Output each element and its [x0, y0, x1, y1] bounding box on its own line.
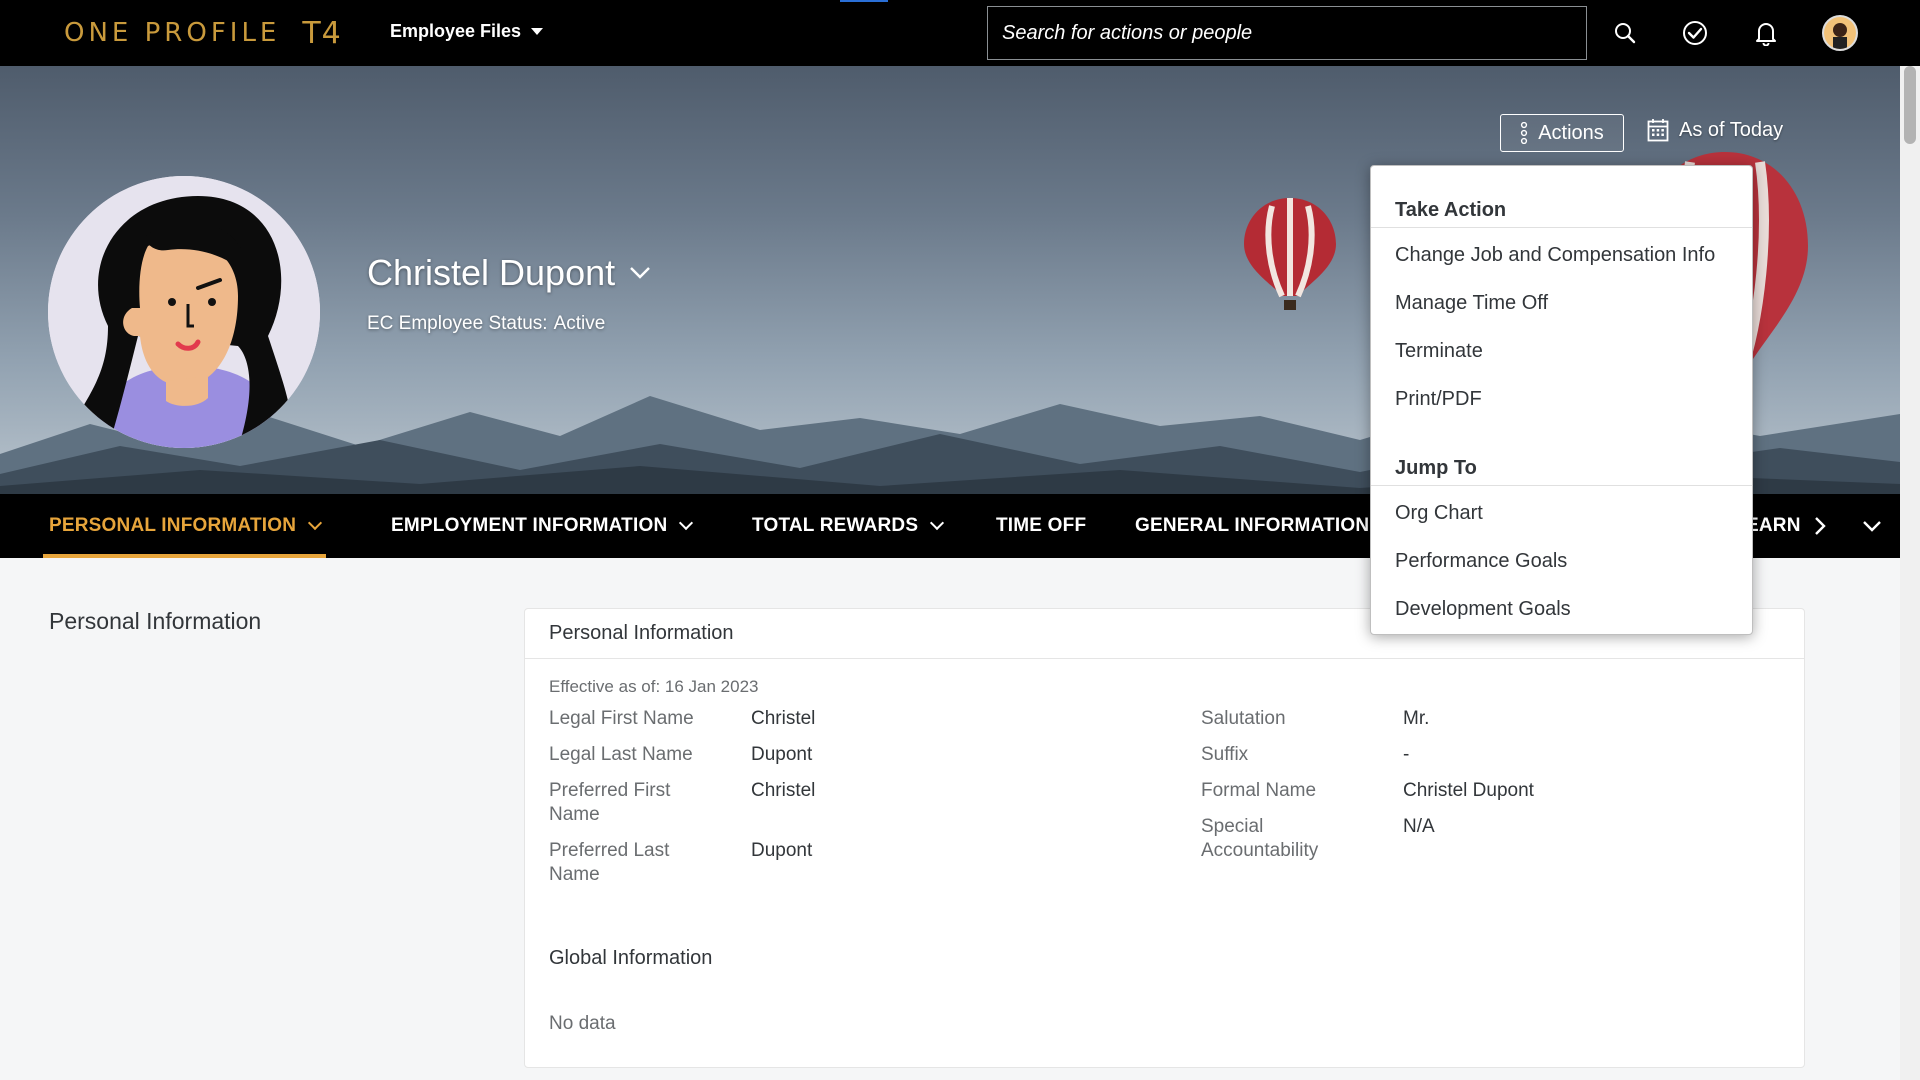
field-value: Christel Dupont — [1403, 780, 1534, 801]
tab-employment-information[interactable]: EMPLOYMENT INFORMATION — [391, 494, 694, 558]
chevron-down-icon — [679, 515, 694, 531]
scrollbar-thumb[interactable] — [1904, 66, 1916, 144]
tab-scroll-right[interactable] — [1814, 494, 1826, 558]
overflow-vertical-icon — [1521, 122, 1528, 144]
tab-time-off[interactable]: TIME OFF — [996, 494, 1086, 558]
field-label: Suffix — [1201, 744, 1249, 765]
tab-label: TIME OFF — [996, 515, 1087, 536]
focus-indicator — [840, 0, 888, 2]
bell-icon[interactable] — [1750, 17, 1782, 49]
tab-personal-information[interactable]: PERSONAL INFORMATION — [42, 494, 327, 558]
tab-label: EMPLOYMENT INFORMATION — [391, 515, 668, 536]
tab-overflow-menu[interactable] — [1862, 494, 1882, 558]
menu-item-terminate[interactable]: Terminate — [1371, 328, 1752, 374]
balloon-image — [1244, 198, 1336, 310]
field-label: Salutation — [1201, 708, 1286, 729]
field-value: Christel — [751, 708, 816, 729]
shell-bar: ONE PROFILE T4 Employee Files — [0, 0, 1920, 66]
field-label: Preferred First Name — [549, 780, 671, 825]
page-scrollbar[interactable] — [1900, 66, 1920, 1080]
global-information-title: Global Information — [549, 947, 713, 969]
employee-name[interactable]: Christel Dupont — [367, 252, 651, 294]
caret-down-icon — [531, 28, 544, 35]
employee-name-text: Christel Dupont — [367, 252, 616, 293]
field-value: N/A — [1403, 816, 1435, 837]
calendar-icon — [1647, 119, 1669, 142]
chevron-down-icon — [1863, 521, 1881, 532]
field-label: Formal Name — [1201, 780, 1317, 801]
search-input[interactable] — [987, 6, 1587, 60]
actions-label: Actions — [1538, 121, 1604, 144]
logo-text: ONE PROFILE — [64, 18, 281, 48]
as-of-date-picker[interactable]: As of Today — [1647, 118, 1783, 142]
personal-info-card: Personal Information Effective as of: 16… — [524, 608, 1805, 1068]
field-label: Legal First Name — [549, 708, 694, 729]
chevron-right-icon — [1815, 517, 1826, 535]
module-label: Employee Files — [390, 21, 522, 41]
chevron-down-icon — [930, 515, 945, 531]
field-label: Special Accountability — [1201, 816, 1319, 861]
tab-learning[interactable]: EARN — [1746, 494, 1801, 558]
actions-button[interactable]: Actions — [1500, 114, 1624, 152]
menu-item-org-chart[interactable]: Org Chart — [1371, 490, 1752, 536]
menu-item-manage-time-off[interactable]: Manage Time Off — [1371, 280, 1752, 326]
logo-suffix: T4 — [302, 15, 342, 51]
menu-item-print-pdf[interactable]: Print/PDF — [1371, 376, 1752, 422]
menu-group-take-action: Take Action — [1371, 192, 1752, 228]
tab-label: EARN — [1746, 515, 1801, 536]
user-avatar[interactable] — [1822, 15, 1858, 51]
field-value: Mr. — [1403, 708, 1430, 729]
section-title: Personal Information — [49, 608, 262, 634]
field-value: Dupont — [751, 840, 813, 861]
effective-date: Effective as of: 16 Jan 2023 — [549, 677, 759, 696]
status-label: EC Employee Status: — [367, 313, 548, 334]
main-content: Personal Information Personal Informatio… — [0, 558, 1900, 1080]
tab-label: PERSONAL INFORMATION — [49, 515, 297, 536]
tab-label: TOTAL REWARDS — [752, 515, 919, 536]
employee-status: EC Employee Status: Active — [367, 313, 605, 335]
as-of-label: As of Today — [1679, 118, 1784, 141]
field-label: Legal Last Name — [549, 744, 693, 765]
search-icon[interactable] — [1609, 17, 1641, 49]
company-logo[interactable]: ONE PROFILE T4 — [64, 15, 342, 51]
task-check-icon[interactable] — [1679, 17, 1711, 49]
tab-general-information[interactable]: GENERAL INFORMATION — [1135, 494, 1369, 558]
menu-item-performance-goals[interactable]: Performance Goals — [1371, 538, 1752, 584]
actions-menu: Take Action Change Job and Compensation … — [1370, 165, 1753, 635]
chevron-down-icon — [308, 515, 323, 531]
field-value: - — [1403, 744, 1410, 765]
field-label: Preferred Last Name — [549, 840, 670, 885]
profile-photo[interactable] — [48, 176, 320, 448]
menu-item-change-job[interactable]: Change Job and Compensation Info — [1371, 232, 1752, 278]
module-switcher[interactable]: Employee Files — [390, 21, 544, 42]
chevron-down-icon — [630, 267, 650, 279]
status-value: Active — [553, 313, 606, 334]
no-data-text: No data — [549, 1013, 616, 1034]
menu-group-jump-to: Jump To — [1371, 450, 1752, 486]
field-value: Dupont — [751, 744, 813, 765]
menu-item-development-goals[interactable]: Development Goals — [1371, 586, 1752, 632]
field-value: Christel — [751, 780, 816, 801]
tab-label: GENERAL INFORMATION — [1135, 515, 1370, 536]
tab-total-rewards[interactable]: TOTAL REWARDS — [752, 494, 945, 558]
